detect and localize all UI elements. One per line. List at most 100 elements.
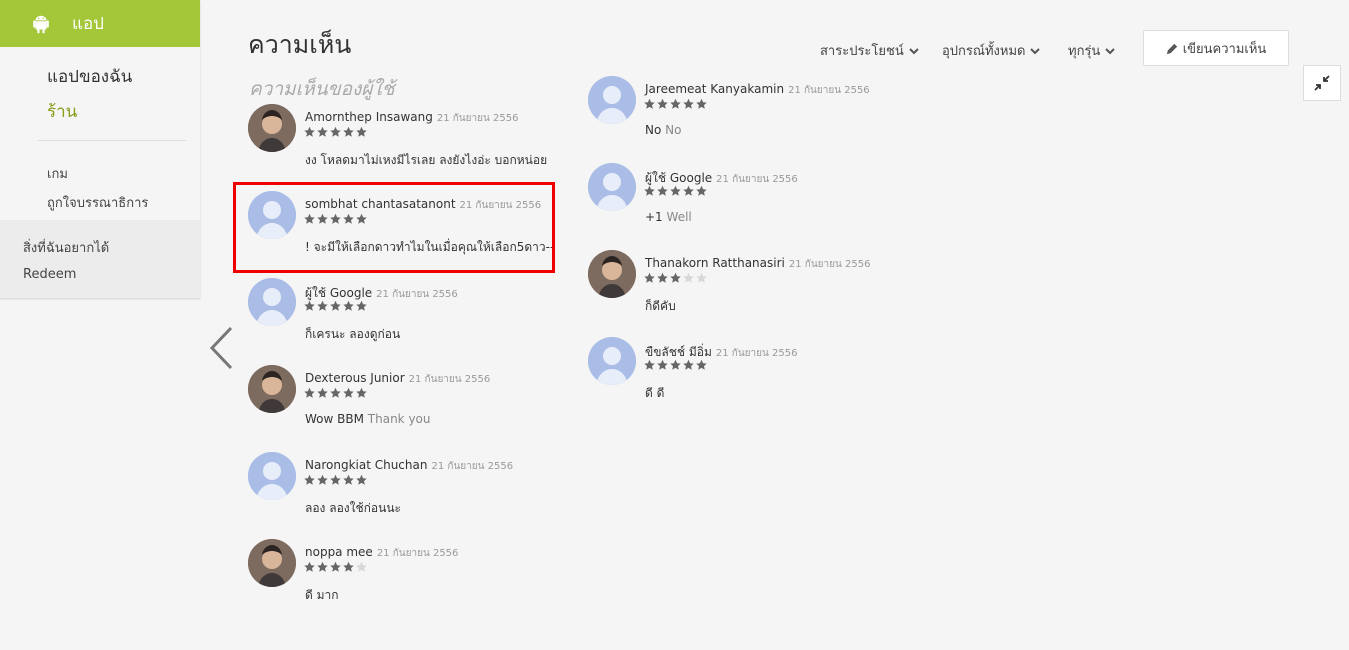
- star-icon: [317, 561, 328, 572]
- star-icon: [330, 300, 341, 311]
- author-name[interactable]: Dexterous Junior: [305, 371, 405, 385]
- collapse-icon: [1314, 75, 1330, 91]
- sidebar: แอป แอปของฉัน ร้าน เกม ถูกใจบรรณาธิการ ส…: [0, 0, 200, 298]
- avatar[interactable]: [248, 452, 296, 500]
- sidebar-item-games[interactable]: เกม: [47, 163, 68, 184]
- star-icon: [683, 185, 694, 196]
- star-rating: [303, 561, 368, 573]
- review-author: Dexterous Junior 21 กันยายน 2556: [305, 371, 490, 387]
- star-icon: [356, 561, 367, 572]
- star-rating: [303, 300, 368, 312]
- sort-filter-dropdown[interactable]: สาระประโยชน์: [820, 40, 920, 61]
- star-rating: [303, 387, 368, 399]
- star-icon: [657, 185, 668, 196]
- device-filter-label: อุปกรณ์ทั้งหมด: [942, 44, 1026, 59]
- previous-page-arrow-icon[interactable]: [206, 325, 236, 371]
- sidebar-item-editors-choice[interactable]: ถูกใจบรรณาธิการ: [47, 192, 148, 213]
- author-name[interactable]: ผู้ใช้ Google: [645, 171, 712, 185]
- star-icon: [356, 474, 367, 485]
- star-icon: [317, 474, 328, 485]
- review-body-secondary: No: [665, 123, 682, 137]
- avatar[interactable]: [248, 365, 296, 413]
- review-text: Wow BBM Thank you: [305, 412, 431, 426]
- author-name[interactable]: noppa mee: [305, 545, 373, 559]
- review-body: No: [645, 123, 662, 137]
- avatar[interactable]: [588, 337, 636, 385]
- page-title: ความเห็น: [248, 30, 352, 59]
- author-name[interactable]: Jareemeat Kanyakamin: [645, 82, 784, 96]
- apps-header[interactable]: แอป: [0, 0, 200, 47]
- review-date: 21 กันยายน 2556: [788, 85, 870, 96]
- avatar[interactable]: [248, 104, 296, 152]
- star-rating: [303, 126, 368, 138]
- avatar[interactable]: [248, 539, 296, 587]
- write-review-button[interactable]: เขียนความเห็น: [1143, 30, 1289, 66]
- star-icon: [657, 272, 668, 283]
- star-icon: [304, 474, 315, 485]
- star-icon: [644, 272, 655, 283]
- sidebar-item-my-apps[interactable]: แอปของฉัน: [47, 63, 132, 90]
- collapse-button[interactable]: [1303, 65, 1341, 101]
- author-name[interactable]: ขืขลัชช์ มีอิ่ม: [645, 345, 712, 359]
- review-text: ลอง ลองใช้ก่อนนะ: [305, 499, 401, 518]
- star-rating: [643, 98, 708, 110]
- review-author: noppa mee 21 กันยายน 2556: [305, 545, 458, 561]
- star-icon: [343, 387, 354, 398]
- review-body-secondary: Well: [666, 210, 692, 224]
- star-icon: [644, 359, 655, 370]
- star-icon: [670, 272, 681, 283]
- star-icon: [343, 561, 354, 572]
- author-name[interactable]: Amornthep Insawang: [305, 110, 433, 124]
- star-rating: [303, 474, 368, 486]
- review-body: ดี ดี: [645, 386, 665, 400]
- review-text: +1 Well: [645, 210, 692, 224]
- star-icon: [696, 98, 707, 109]
- star-icon: [644, 98, 655, 109]
- review-date: 21 กันยายน 2556: [408, 374, 491, 385]
- review-text: งง โหลดมาไม่เหงมีไรเลย ลงยังไงอ่ะ บอกหน่…: [305, 151, 547, 170]
- star-icon: [644, 185, 655, 196]
- star-icon: [304, 300, 315, 311]
- chevron-down-icon: [1105, 47, 1116, 54]
- star-icon: [304, 126, 315, 137]
- version-filter-label: ทุกรุ่น: [1068, 44, 1101, 59]
- star-icon: [330, 387, 341, 398]
- review-text: No No: [645, 123, 681, 137]
- review-date: 21 กันยายน 2556: [715, 348, 798, 359]
- review-body: งง โหลดมาไม่เหงมีไรเลย ลงยังไงอ่ะ บอกหน่…: [305, 153, 548, 167]
- version-filter-dropdown[interactable]: ทุกรุ่น: [1068, 40, 1116, 61]
- review-item: noppa mee 21 กันยายน 2556 ดี มาก: [248, 539, 548, 619]
- author-name[interactable]: Narongkiat Chuchan: [305, 458, 427, 472]
- star-icon: [683, 98, 694, 109]
- star-icon: [356, 126, 367, 137]
- avatar[interactable]: [588, 163, 636, 211]
- review-item: ผู้ใช้ Google 21 กันยายน 2556 +1 Well: [588, 163, 888, 243]
- star-icon: [356, 300, 367, 311]
- avatar[interactable]: [248, 278, 296, 326]
- sidebar-item-wishlist[interactable]: สิ่งที่ฉันอยากได้: [23, 237, 109, 258]
- star-icon: [317, 387, 328, 398]
- sidebar-item-store[interactable]: ร้าน: [47, 98, 77, 125]
- star-icon: [683, 359, 694, 370]
- star-icon: [696, 185, 707, 196]
- review-body: +1: [645, 210, 663, 224]
- review-item: Thanakorn Ratthanasiri 21 กันยายน 2556 ก็ด…: [588, 250, 888, 330]
- sidebar-primary-nav: แอปของฉัน ร้าน เกม ถูกใจบรรณาธิการ: [0, 47, 200, 220]
- star-icon: [683, 272, 694, 283]
- star-rating: [643, 185, 708, 197]
- device-filter-dropdown[interactable]: อุปกรณ์ทั้งหมด: [942, 40, 1041, 61]
- chevron-down-icon: [1030, 47, 1041, 54]
- avatar[interactable]: [588, 250, 636, 298]
- star-icon: [304, 387, 315, 398]
- highlight-box: [233, 182, 555, 273]
- review-text: ดี ดี: [645, 384, 664, 403]
- review-date: 21 กันยายน 2556: [376, 289, 458, 300]
- author-name[interactable]: ผู้ใช้ Google: [305, 286, 372, 300]
- avatar[interactable]: [588, 76, 636, 124]
- star-icon: [670, 359, 681, 370]
- review-text: ดี มาก: [305, 586, 339, 605]
- review-body: Wow BBM: [305, 412, 364, 426]
- star-icon: [670, 185, 681, 196]
- sidebar-item-redeem[interactable]: Redeem: [23, 267, 76, 282]
- author-name[interactable]: Thanakorn Ratthanasiri: [645, 256, 785, 270]
